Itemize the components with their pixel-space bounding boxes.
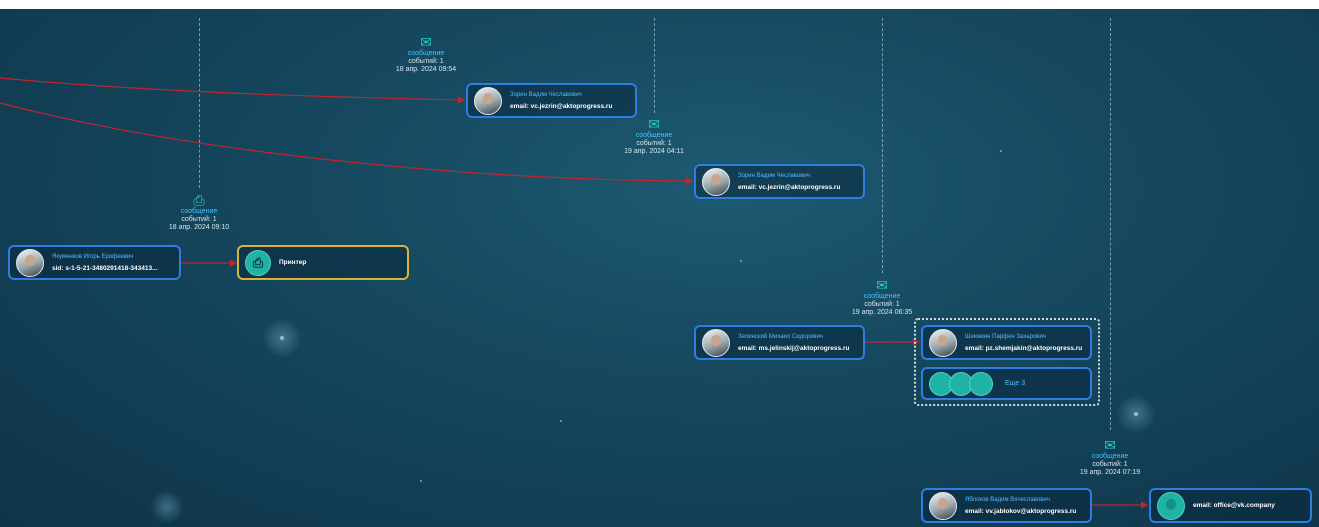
avatar bbox=[16, 248, 44, 277]
link-line bbox=[0, 77, 466, 104]
avatar bbox=[702, 328, 730, 357]
person-node[interactable]: Зорин Вадим Чеславович email: vc.jezrin@… bbox=[466, 83, 637, 118]
event-label[interactable]: ✉ сообщение событий: 1 19 апр. 2024 06:3… bbox=[837, 277, 927, 317]
person-name: Зорин Вадим Чеславович bbox=[738, 172, 810, 179]
person-placeholder-icon bbox=[969, 371, 993, 396]
avatar bbox=[702, 167, 730, 196]
person-node[interactable]: Шемякин Парфен Захарович email: pz.shemj… bbox=[921, 325, 1092, 360]
person-email: email: vv.jablokov@aktoprogress.ru bbox=[965, 507, 1077, 515]
person-email: email: ms.jelinskij@aktoprogress.ru bbox=[738, 344, 850, 352]
envelope-reply-icon: ✉ bbox=[1104, 437, 1116, 453]
event-label[interactable]: ✉ сообщение событий: 1 19 апр. 2024 07:1… bbox=[1065, 437, 1155, 477]
event-label[interactable]: ⎙ сообщение событий: 1 18 апр. 2024 09:1… bbox=[154, 192, 244, 232]
person-placeholder-icon bbox=[1157, 491, 1185, 520]
avatar bbox=[474, 86, 502, 115]
envelope-icon: ✉ bbox=[648, 116, 660, 132]
person-sid: sid: s-1-5-21-3480291418-343413... bbox=[52, 264, 158, 272]
person-email: email: pz.shemjakin@aktoprogress.ru bbox=[965, 344, 1083, 352]
person-name: Зорин Вадим Чеславович bbox=[510, 91, 582, 98]
envelope-icon: ✉ bbox=[420, 34, 432, 50]
person-name: Якуменков Игорь Ерофеевич bbox=[52, 253, 134, 260]
device-name: Принтер bbox=[279, 259, 307, 266]
avatar bbox=[929, 491, 957, 520]
external-email: email: office@vk.company bbox=[1193, 502, 1275, 509]
person-node[interactable]: Якуменков Игорь Ерофеевич sid: s-1-5-21-… bbox=[8, 245, 181, 280]
event-label[interactable]: ✉ сообщение событий: 1 18 апр. 2024 09:5… bbox=[381, 34, 471, 74]
more-recipients-button[interactable]: Еще 3 bbox=[921, 367, 1092, 400]
person-email: email: vc.jezrin@aktoprogress.ru bbox=[510, 102, 613, 110]
person-email: email: vc.jezrin@aktoprogress.ru bbox=[738, 183, 841, 191]
person-name: Яблоков Вадим Вячеславович bbox=[965, 496, 1050, 503]
external-node[interactable]: email: office@vk.company bbox=[1149, 488, 1312, 523]
person-node[interactable]: Зорин Вадим Чеславович email: vc.jezrin@… bbox=[694, 164, 865, 199]
person-name: Шемякин Парфен Захарович bbox=[965, 333, 1046, 340]
person-node[interactable]: Зелинский Михаил Сидорович email: ms.jel… bbox=[694, 325, 865, 360]
avatar bbox=[929, 328, 957, 357]
envelope-icon: ✉ bbox=[876, 277, 888, 293]
more-label: Еще 3 bbox=[1005, 380, 1026, 387]
printer-icon: ⎙ bbox=[193, 192, 205, 208]
person-name: Зелинский Михаил Сидорович bbox=[738, 333, 823, 340]
printer-icon: ⎙ bbox=[245, 249, 271, 276]
person-node[interactable]: Яблоков Вадим Вячеславович email: vv.jab… bbox=[921, 488, 1092, 523]
event-label[interactable]: ✉ сообщение событий: 1 19 апр. 2024 04:1… bbox=[609, 116, 699, 156]
printer-node[interactable]: ⎙ Принтер bbox=[237, 245, 409, 280]
